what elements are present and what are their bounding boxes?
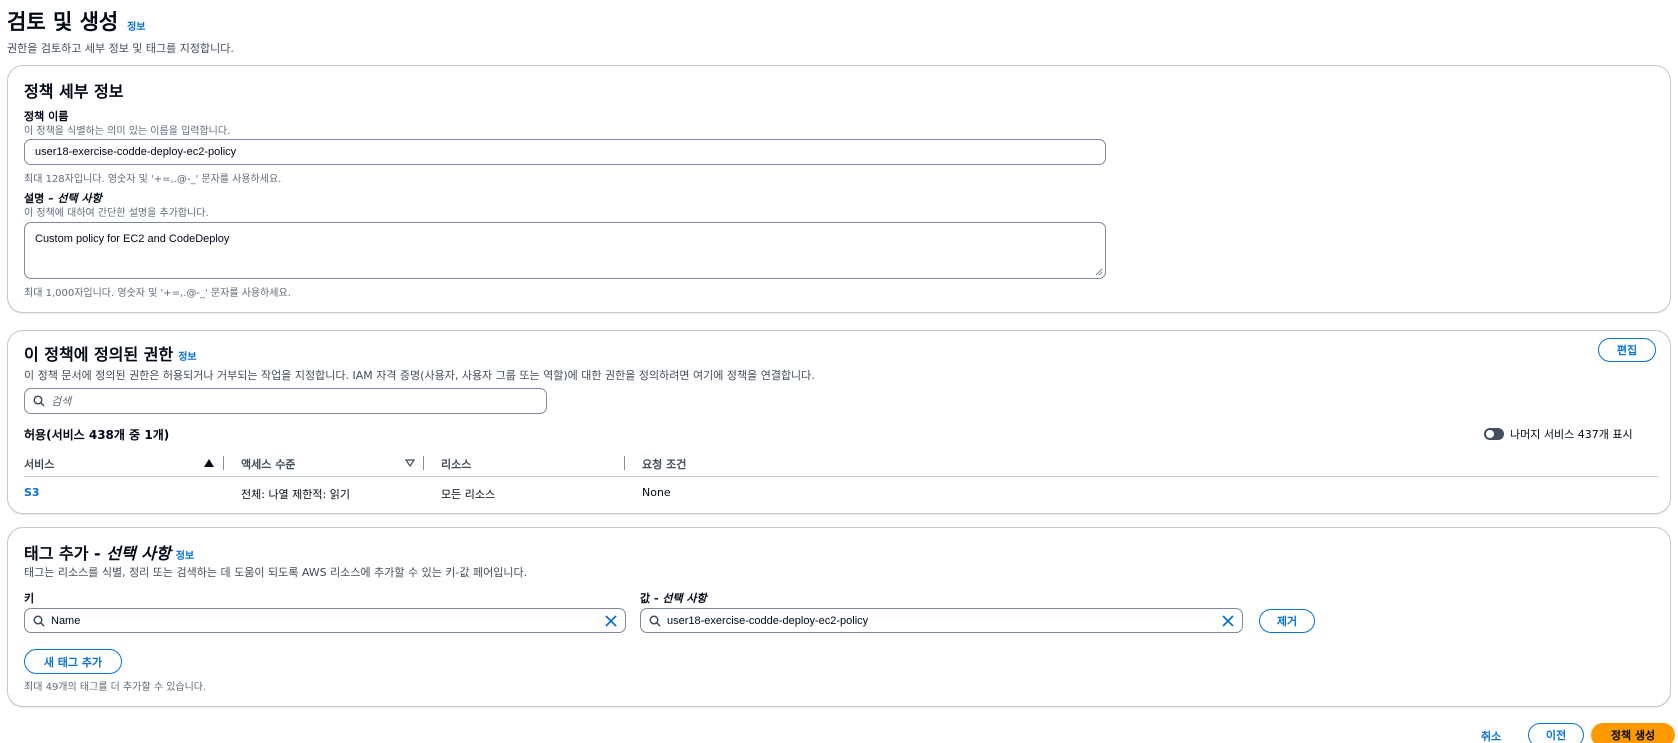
tag-value-label: 값 - 선택 사항	[640, 592, 707, 605]
tag-key-value: Name	[51, 614, 81, 627]
clear-value-icon[interactable]	[1222, 614, 1234, 627]
column-divider[interactable]	[624, 456, 625, 470]
sort-ascending-icon[interactable]	[204, 459, 214, 467]
permissions-title: 이 정책에 정의된 권한 정보	[24, 345, 197, 364]
permissions-search-input[interactable]: 검색	[24, 388, 547, 414]
access-level-cell: 전체: 나열 제한적: 읽기	[241, 488, 350, 501]
column-header-service[interactable]: 서비스	[24, 456, 54, 472]
search-placeholder: 검색	[51, 396, 72, 408]
policy-name-hint: 이 정책을 식별하는 의미 있는 이름을 입력합니다.	[24, 126, 231, 137]
permissions-description: 이 정책 문서에 정의된 권한은 허용되거나 거부되는 작업을 지정합니다. I…	[24, 369, 815, 382]
tags-constraint: 최대 49개의 태그를 더 추가할 수 있습니다.	[24, 682, 207, 693]
column-header-access-level[interactable]: 액세스 수준	[241, 456, 295, 472]
policy-name-input[interactable]: user18-exercise-codde-deploy-ec2-policy	[24, 139, 1106, 165]
column-divider[interactable]	[223, 456, 224, 470]
tag-value-input[interactable]: user18-exercise-codde-deploy-ec2-policy	[640, 608, 1243, 633]
tag-key-input[interactable]: Name	[24, 608, 626, 633]
toggle-label: 나머지 서비스 437개 표시	[1510, 428, 1633, 441]
create-policy-button[interactable]: 정책 생성	[1591, 723, 1675, 743]
tag-value-optional-label: 선택 사항	[662, 592, 707, 605]
edit-button[interactable]: 편집	[1598, 338, 1656, 362]
table-header-divider	[24, 476, 1658, 477]
tags-description: 태그는 리소스를 식별, 정리 또는 검색하는 데 도움이 되도록 AWS 리소…	[24, 566, 528, 579]
page-info-link[interactable]: 정보	[127, 22, 145, 33]
search-icon	[33, 395, 45, 407]
description-hint: 이 정책에 대하여 간단한 설명을 추가합니다.	[24, 208, 209, 219]
policy-details-container: 정책 세부 정보 정책 이름 이 정책을 식별하는 의미 있는 이름을 입력합니…	[7, 65, 1671, 313]
column-divider[interactable]	[423, 456, 424, 470]
policy-name-constraint: 최대 128자입니다. 영숫자 및 '+=,.@-_' 문자를 사용하세요.	[24, 174, 282, 185]
policy-details-title: 정책 세부 정보	[24, 82, 124, 101]
condition-cell: None	[642, 486, 671, 499]
sort-descending-icon[interactable]	[405, 459, 415, 467]
tags-container: 태그 추가 - 선택 사항 정보 태그는 리소스를 식별, 정리 또는 검색하는 …	[7, 527, 1671, 707]
tags-optional-label: 선택 사항	[106, 544, 171, 563]
description-constraint: 최대 1,000자입니다. 영숫자 및 '+=,.@-_' 문자를 사용하세요.	[24, 288, 291, 299]
add-new-tag-button[interactable]: 새 태그 추가	[24, 649, 122, 674]
clear-key-icon[interactable]	[605, 614, 617, 627]
resource-cell: 모든 리소스	[441, 488, 496, 501]
resize-grip-icon[interactable]	[1095, 268, 1103, 276]
search-icon	[649, 614, 661, 627]
permissions-info-link[interactable]: 정보	[178, 352, 196, 363]
page-header: 검토 및 생성 정보 권한을 검토하고 세부 정보 및 태그를 지정합니다.	[7, 6, 234, 56]
service-link-s3[interactable]: S3	[24, 486, 40, 499]
description-textarea[interactable]: Custom policy for EC2 and CodeDeploy	[24, 222, 1106, 279]
column-header-resource[interactable]: 리소스	[441, 456, 471, 472]
tags-info-link[interactable]: 정보	[176, 551, 194, 562]
toggle-switch[interactable]	[1484, 428, 1504, 440]
policy-name-value: user18-exercise-codde-deploy-ec2-policy	[35, 146, 237, 158]
tags-title: 태그 추가 - 선택 사항 정보	[24, 544, 195, 563]
permissions-container: 이 정책에 정의된 권한 정보 편집 이 정책 문서에 정의된 권한은 허용되거나…	[7, 330, 1671, 514]
page-subtitle: 권한을 검토하고 세부 정보 및 태그를 지정합니다.	[7, 42, 234, 55]
remove-tag-button[interactable]: 제거	[1259, 609, 1315, 633]
description-value: Custom policy for EC2 and CodeDeploy	[35, 233, 230, 245]
previous-button[interactable]: 이전	[1528, 723, 1584, 743]
show-remaining-toggle[interactable]: 나머지 서비스 437개 표시	[1484, 426, 1633, 442]
search-icon	[33, 614, 45, 627]
cancel-button[interactable]: 취소	[1481, 728, 1501, 743]
column-header-request-condition[interactable]: 요청 조건	[642, 456, 686, 472]
tag-key-label: 키	[24, 592, 35, 605]
page-title: 검토 및 생성	[7, 10, 119, 34]
tag-value-value: user18-exercise-codde-deploy-ec2-policy	[667, 614, 869, 627]
allowed-table-heading: 허용(서비스 438개 중 1개)	[24, 428, 170, 442]
